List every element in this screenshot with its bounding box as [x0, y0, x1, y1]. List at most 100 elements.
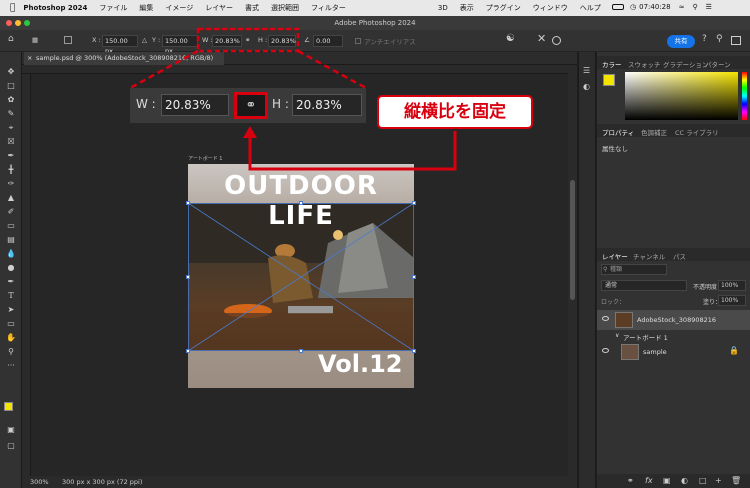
menu-layer[interactable]: レイヤー	[205, 3, 233, 13]
stamp-tool-icon[interactable]: ▲	[4, 192, 18, 204]
share-button[interactable]: 共有	[667, 35, 695, 48]
more-tools-icon[interactable]: ···	[4, 360, 18, 372]
menu-filter[interactable]: フィルター	[311, 3, 346, 13]
minimize-window-icon[interactable]	[15, 20, 21, 26]
help-icon[interactable]: ?	[702, 34, 707, 44]
lasso-tool-icon[interactable]: ✿	[4, 94, 18, 106]
tab-channels[interactable]: チャンネル	[633, 251, 665, 261]
reference-point-icon[interactable]	[64, 36, 72, 44]
brush-tool-icon[interactable]: ✑	[4, 178, 18, 190]
pen-tool-icon[interactable]: ✒	[4, 276, 18, 288]
cancel-transform-icon[interactable]: ✕	[537, 32, 546, 45]
tab-layers[interactable]: レイヤー	[602, 251, 628, 261]
menu-window[interactable]: ウィンドウ	[533, 3, 568, 13]
wifi-icon[interactable]: ≈	[679, 3, 685, 11]
transform-handle-r[interactable]	[412, 275, 416, 279]
hue-slider[interactable]	[742, 72, 747, 120]
eraser-tool-icon[interactable]: ▭	[4, 220, 18, 232]
adjustment-layer-icon[interactable]: ◐	[681, 476, 688, 485]
w-field[interactable]: 20.83%	[212, 35, 242, 47]
menu-file[interactable]: ファイル	[99, 3, 127, 13]
quick-mask-icon[interactable]: ▣	[4, 424, 18, 436]
commit-transform-icon[interactable]	[552, 36, 561, 45]
foreground-color-swatch[interactable]	[4, 402, 13, 411]
screen-mode-icon[interactable]: ▢	[4, 440, 18, 452]
eyedropper-tool-icon[interactable]: ✒	[4, 150, 18, 162]
trash-icon[interactable]: 🗑	[731, 476, 741, 485]
transform-preset-icon[interactable]: ▦	[32, 36, 38, 44]
new-layer-icon[interactable]: +	[715, 476, 722, 485]
crop-tool-icon[interactable]: ⌖	[4, 122, 18, 134]
menu-app[interactable]: Photoshop 2024	[23, 4, 87, 12]
layer-name[interactable]: AdobeStock_308908216	[637, 316, 716, 324]
layer-row-stock[interactable]: AdobeStock_308908216	[597, 310, 750, 330]
warp-icon[interactable]: ☯	[506, 33, 515, 44]
visibility-eye-icon[interactable]	[602, 348, 609, 353]
tab-color[interactable]: カラー	[602, 59, 622, 69]
transform-handle-bl[interactable]	[186, 349, 190, 353]
rectangle-tool-icon[interactable]: ▭	[4, 318, 18, 330]
hand-tool-icon[interactable]: ✋	[4, 332, 18, 344]
callout-h-field[interactable]: 20.83%	[292, 94, 362, 116]
y-field[interactable]: 150.00 px	[162, 35, 198, 55]
artboard-tool-icon[interactable]: □	[4, 80, 18, 92]
history-panel-icon[interactable]: ☰	[583, 66, 590, 75]
layer-row-artboard[interactable]: ∨ アートボード 1	[597, 330, 750, 342]
document-info[interactable]: 300 px x 300 px (72 ppi)	[62, 478, 142, 486]
add-mask-icon[interactable]: ▣	[663, 476, 671, 485]
menu-select[interactable]: 選択範囲	[271, 3, 299, 13]
menu-edit[interactable]: 編集	[139, 3, 153, 13]
history-brush-tool-icon[interactable]: ✐	[4, 206, 18, 218]
zoom-window-icon[interactable]	[24, 20, 30, 26]
close-tab-icon[interactable]: ×	[27, 52, 32, 65]
layer-filter-dropdown[interactable]: ⚲ 種類	[601, 264, 667, 275]
fx-icon[interactable]: fx	[645, 476, 653, 485]
scroll-thumb[interactable]	[570, 180, 575, 300]
tab-paths[interactable]: パス	[673, 251, 686, 261]
menu-help[interactable]: ヘルプ	[580, 3, 601, 13]
vertical-ruler[interactable]	[22, 74, 31, 476]
expand-chevron-icon[interactable]: ∨	[615, 332, 619, 339]
tab-gradients[interactable]: グラデーション	[663, 59, 708, 69]
apple-icon[interactable]: 	[10, 3, 15, 13]
dodge-tool-icon[interactable]: ●	[4, 262, 18, 274]
color-picker-field[interactable]	[625, 72, 738, 120]
frame-tool-icon[interactable]: ☒	[4, 136, 18, 148]
transform-handle-br[interactable]	[412, 349, 416, 353]
opacity-field[interactable]: 100%	[718, 280, 746, 291]
menu-view[interactable]: 表示	[460, 3, 474, 13]
x-field[interactable]: 150.00 px	[102, 35, 138, 55]
blend-mode-dropdown[interactable]: 通常	[601, 280, 687, 291]
link-icon[interactable]: ⚭	[245, 36, 250, 44]
tab-patterns[interactable]: パターン	[705, 59, 731, 69]
menu-plugins[interactable]: プラグイン	[486, 3, 521, 13]
adjustments-panel-icon[interactable]: ◐	[583, 82, 590, 91]
path-select-tool-icon[interactable]: ➤	[4, 304, 18, 316]
angle-field[interactable]: 0.00	[313, 35, 343, 47]
blur-tool-icon[interactable]: 💧	[4, 248, 18, 260]
close-window-icon[interactable]	[6, 20, 12, 26]
workspace-icon[interactable]	[731, 36, 741, 45]
group-icon[interactable]: □	[699, 476, 707, 485]
callout-w-field[interactable]: 20.83%	[161, 94, 229, 116]
panel-foreground-swatch[interactable]	[603, 74, 615, 86]
vertical-scrollbar[interactable]	[568, 65, 577, 476]
transform-handle-l[interactable]	[186, 275, 190, 279]
search-panel-icon[interactable]: ⚲	[716, 34, 723, 44]
healing-tool-icon[interactable]: ╋	[4, 164, 18, 176]
tab-properties[interactable]: プロパティ	[602, 127, 634, 137]
type-tool-icon[interactable]: T	[4, 290, 18, 302]
menu-3d[interactable]: 3D	[438, 4, 448, 12]
menu-image[interactable]: イメージ	[165, 3, 193, 13]
search-icon[interactable]: ⚲	[692, 3, 697, 11]
zoom-tool-icon[interactable]: ⚲	[4, 346, 18, 358]
delta-icon[interactable]: △	[142, 36, 147, 44]
visibility-eye-icon[interactable]	[602, 316, 609, 321]
antialias-checkbox[interactable]	[355, 38, 361, 44]
gradient-tool-icon[interactable]: ▤	[4, 234, 18, 246]
control-center-icon[interactable]: ☰	[706, 3, 712, 11]
h-field[interactable]: 20.83%	[268, 35, 296, 47]
menu-type[interactable]: 書式	[245, 3, 259, 13]
transform-handle-b[interactable]	[299, 349, 303, 353]
tab-adjustments[interactable]: 色調補正	[641, 127, 667, 137]
